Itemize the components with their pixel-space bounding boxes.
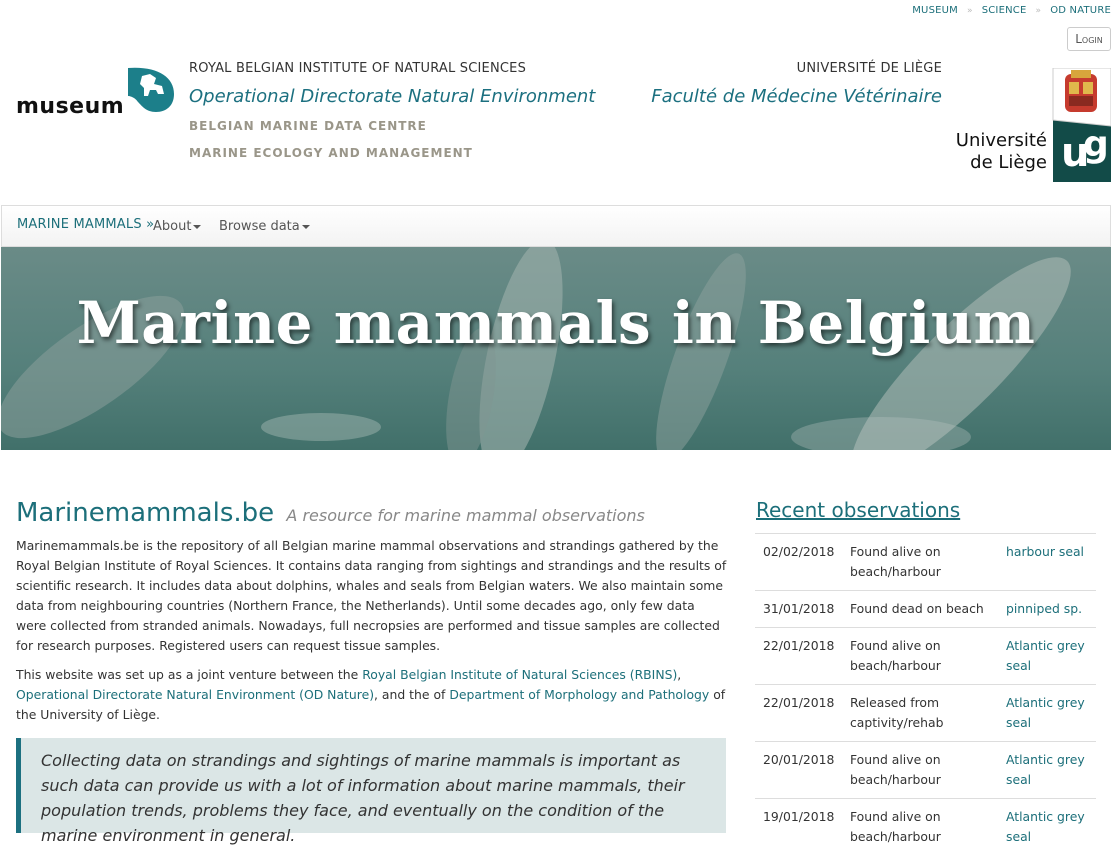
mem-title: MARINE ECOLOGY AND MANAGEMENT (189, 146, 473, 160)
main-navbar: MARINE MAMMALS » About Browse data (1, 205, 1111, 247)
observation-row: 19/01/2018 Found alive on beach/harbour At… (755, 798, 1096, 852)
login-button[interactable]: Login (1067, 27, 1111, 51)
department-link[interactable]: Department of Morphology and Pathology (449, 687, 709, 702)
observation-species-link[interactable]: Atlantic grey seal (1006, 807, 1096, 847)
caret-down-icon (301, 224, 310, 229)
top-breadcrumb: MUSEUM » SCIENCE » OD NATURE (912, 5, 1111, 16)
joint-venture-paragraph: This website was set up as a joint ventu… (16, 667, 726, 722)
topnav-odnature-link[interactable]: OD NATURE (1050, 5, 1111, 16)
rbins-link[interactable]: Royal Belgian Institute of Natural Scien… (362, 667, 677, 682)
quote-text: Collecting data on strandings and sighti… (41, 751, 685, 845)
observation-date: 31/01/2018 (763, 601, 835, 616)
topnav-science-link[interactable]: SCIENCE (982, 5, 1027, 16)
intro-paragraph: Marinemammals.be is the repository of al… (16, 538, 727, 653)
observation-type: Found alive on beach/harbour (850, 638, 941, 673)
museum-wordmark: museum (16, 94, 125, 119)
hero-title: Marine mammals in Belgium (76, 289, 1036, 357)
svg-text:g: g (1083, 124, 1109, 165)
blockquote: Collecting data on strandings and sighti… (16, 738, 726, 845)
observation-type: Found alive on beach/harbour (850, 809, 941, 844)
nav-browse-data[interactable]: Browse data (219, 219, 310, 234)
observation-row: 22/01/2018 Released from captivity/rehab A… (755, 684, 1096, 741)
page-subtitle: A resource for marine mammal observation… (286, 506, 645, 525)
page-title: Marinemammals.be A resource for marine m… (16, 498, 645, 528)
observation-date: 02/02/2018 (763, 544, 835, 559)
rbins-title: ROYAL BELGIAN INSTITUTE OF NATURAL SCIEN… (189, 61, 527, 76)
observation-date: 19/01/2018 (763, 809, 835, 824)
observation-row: 31/01/2018 Found dead on beach pinniped sp… (755, 590, 1096, 627)
observations-table: 02/02/2018 Found alive on beach/harbour ha… (755, 533, 1096, 852)
caret-down-icon (193, 224, 202, 229)
ulg-title: UNIVERSITÉ DE LIÈGE (796, 61, 942, 76)
observation-type: Released from captivity/rehab (850, 695, 944, 730)
observation-row: 02/02/2018 Found alive on beach/harbour ha… (755, 533, 1096, 590)
recent-observations-title[interactable]: Recent observations (756, 498, 960, 522)
hero-banner: Marine mammals in Belgium (1, 247, 1111, 450)
chevron-right-icon: » (966, 6, 973, 16)
observation-type: Found alive on beach/harbour (850, 544, 941, 579)
observation-species-link[interactable]: Atlantic grey seal (1006, 750, 1096, 790)
ulg-logo[interactable]: u g Université de Liège (951, 68, 1111, 182)
observation-type: Found dead on beach (850, 601, 984, 616)
ulg-logo-text: Université de Liège (955, 130, 1047, 173)
topnav-museum-link[interactable]: MUSEUM (912, 5, 958, 16)
museum-logo[interactable]: museum (16, 66, 176, 126)
observation-species-link[interactable]: pinniped sp. (1006, 599, 1096, 619)
observation-type: Found alive on beach/harbour (850, 752, 941, 787)
navbar-brand[interactable]: MARINE MAMMALS » (17, 217, 154, 232)
observation-row: 22/01/2018 Found alive on beach/harbour At… (755, 627, 1096, 684)
observation-species-link[interactable]: Atlantic grey seal (1006, 636, 1096, 676)
observation-date: 22/01/2018 (763, 695, 835, 710)
observation-row: 20/01/2018 Found alive on beach/harbour At… (755, 741, 1096, 798)
odnature-title: Operational Directorate Natural Environm… (189, 86, 596, 107)
odnature-link[interactable]: Operational Directorate Natural Environm… (16, 687, 374, 702)
chevron-right-icon: » (1035, 6, 1042, 16)
observation-species-link[interactable]: harbour seal (1006, 542, 1096, 582)
fmv-title: Faculté de Médecine Vétérinaire (651, 86, 942, 107)
observation-date: 22/01/2018 (763, 638, 835, 653)
nav-about[interactable]: About (153, 219, 202, 234)
main-content: Marinemammals.be A resource for marine m… (16, 498, 728, 725)
bmdc-title: BELGIAN MARINE DATA CENTRE (189, 119, 427, 133)
observation-species-link[interactable]: Atlantic grey seal (1006, 693, 1096, 733)
observation-date: 20/01/2018 (763, 752, 835, 767)
